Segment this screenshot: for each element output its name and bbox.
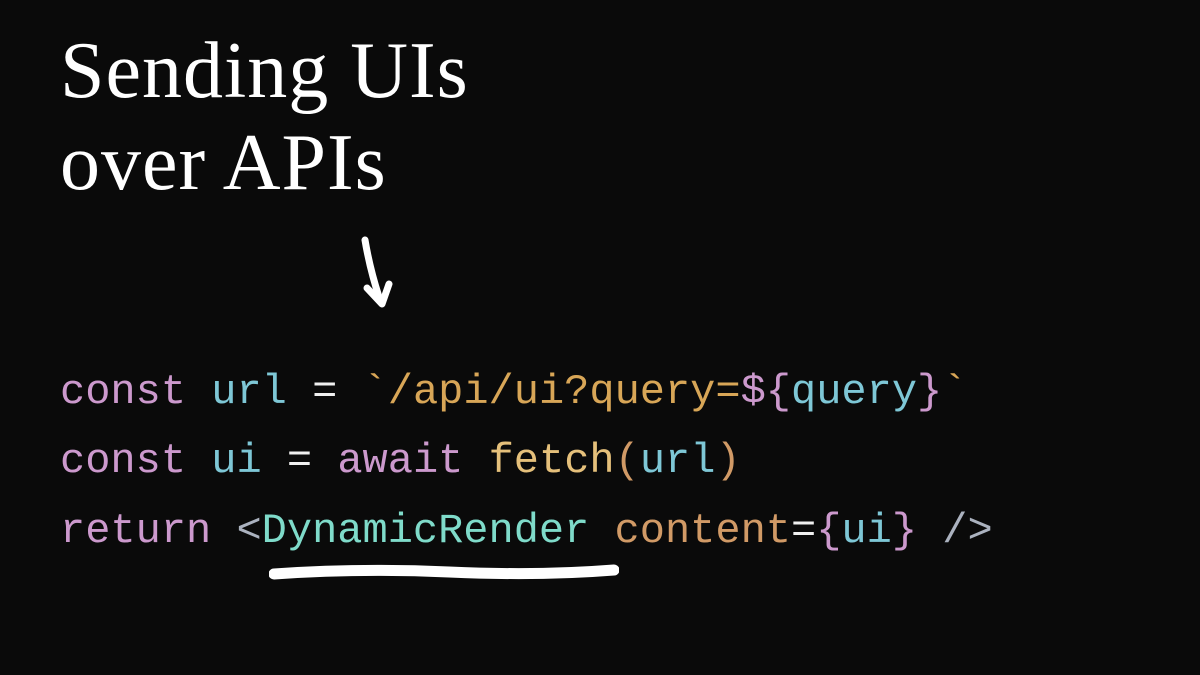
component-name: DynamicRender	[262, 507, 590, 555]
interp-close: }	[917, 368, 942, 416]
function-fetch: fetch	[489, 437, 615, 485]
string-literal: `/api/ui?query=	[363, 368, 741, 416]
variable-url: url	[211, 368, 287, 416]
paren-open: (	[615, 437, 640, 485]
variable-ui: ui	[211, 437, 261, 485]
slide-title: Sending UIs over APIs	[60, 25, 469, 209]
keyword-return: return	[60, 507, 211, 555]
jsx-open: <	[236, 507, 261, 555]
arrow-icon	[345, 230, 405, 330]
attribute-content: content	[615, 507, 791, 555]
value-ui: ui	[841, 507, 891, 555]
operator-equals: =	[791, 507, 816, 555]
paren-close: )	[715, 437, 740, 485]
operator-equals: =	[312, 368, 337, 416]
code-line-2: const ui = await fetch(url)	[60, 427, 993, 496]
brace-open: {	[816, 507, 841, 555]
title-line-1: Sending UIs	[60, 25, 469, 117]
interp-open: ${	[741, 368, 791, 416]
code-snippet: const url = `/api/ui?query=${query}` con…	[60, 358, 993, 566]
jsx-close: />	[942, 507, 992, 555]
title-line-2: over APIs	[60, 117, 469, 209]
interp-var: query	[791, 368, 917, 416]
code-line-3: return <DynamicRender content={ui} />	[60, 497, 993, 566]
string-close: `	[942, 368, 967, 416]
keyword-await: await	[337, 437, 463, 485]
keyword-const: const	[60, 437, 186, 485]
operator-equals: =	[287, 437, 312, 485]
code-line-1: const url = `/api/ui?query=${query}`	[60, 358, 993, 427]
brace-close: }	[892, 507, 917, 555]
arg-url: url	[640, 437, 716, 485]
underline-annotation	[269, 562, 619, 592]
keyword-const: const	[60, 368, 186, 416]
